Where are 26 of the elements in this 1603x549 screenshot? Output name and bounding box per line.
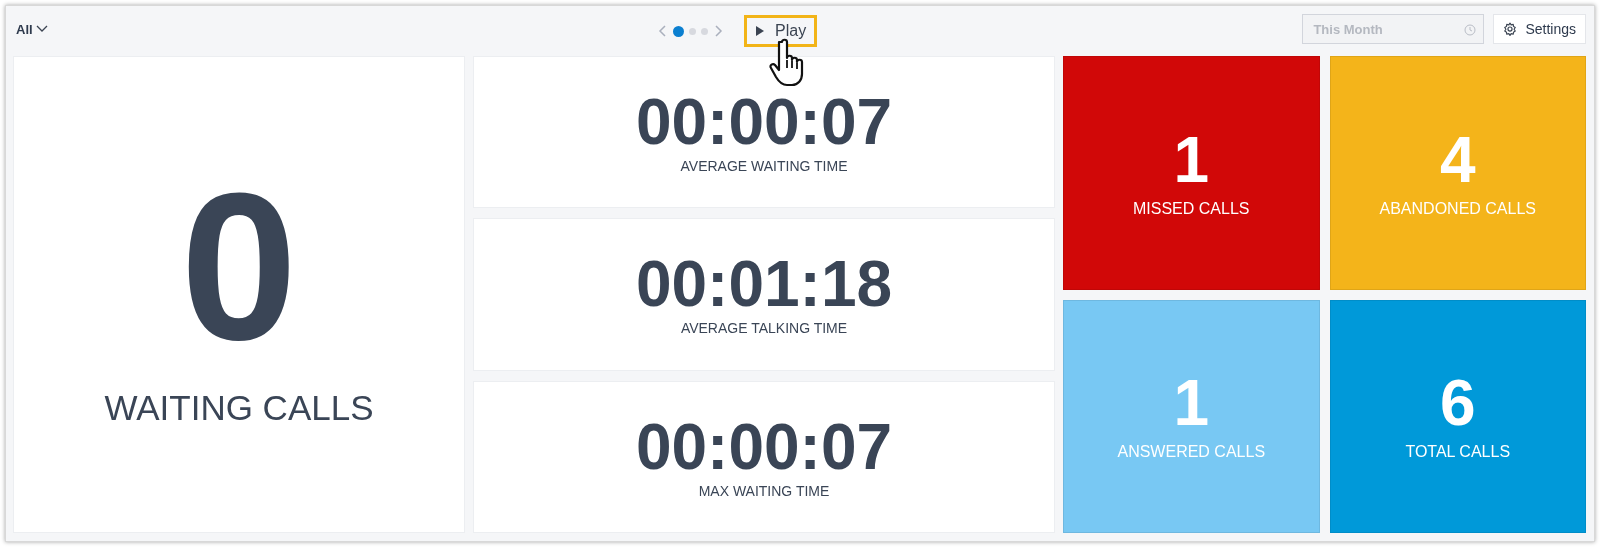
waiting-calls-count: 0: [180, 161, 298, 372]
stat-label: ANSWERED CALLS: [1117, 443, 1266, 462]
stat-label: TOTAL CALLS: [1405, 443, 1511, 462]
waiting-calls-label: WAITING CALLS: [104, 387, 374, 428]
time-label: AVERAGE WAITING TIME: [680, 158, 848, 175]
chevron-down-icon: [35, 25, 48, 33]
stat-label: ABANDONED CALLS: [1379, 199, 1536, 218]
play-button[interactable]: Play: [744, 15, 818, 47]
time-value: 00:00:07: [635, 90, 893, 155]
settings-button[interactable]: Settings: [1493, 14, 1586, 44]
stat-value: 1: [1173, 371, 1210, 436]
time-value: 00:01:18: [635, 252, 893, 317]
stat-value: 6: [1439, 371, 1476, 436]
play-icon: [755, 25, 765, 37]
time-label: AVERAGE TALKING TIME: [680, 320, 848, 337]
time-label: MAX WAITING TIME: [698, 482, 830, 499]
page-dot[interactable]: [673, 25, 684, 37]
time-value: 00:00:07: [635, 414, 893, 479]
stat-label: MISSED CALLS: [1133, 199, 1250, 218]
filter-dropdown[interactable]: All: [16, 21, 48, 37]
clock-icon: [1464, 24, 1477, 36]
page-dot[interactable]: [701, 27, 708, 35]
stat-value: 4: [1439, 127, 1476, 192]
stat-value: 1: [1173, 127, 1210, 192]
page-dot[interactable]: [689, 27, 696, 35]
settings-icon: [1503, 22, 1518, 36]
